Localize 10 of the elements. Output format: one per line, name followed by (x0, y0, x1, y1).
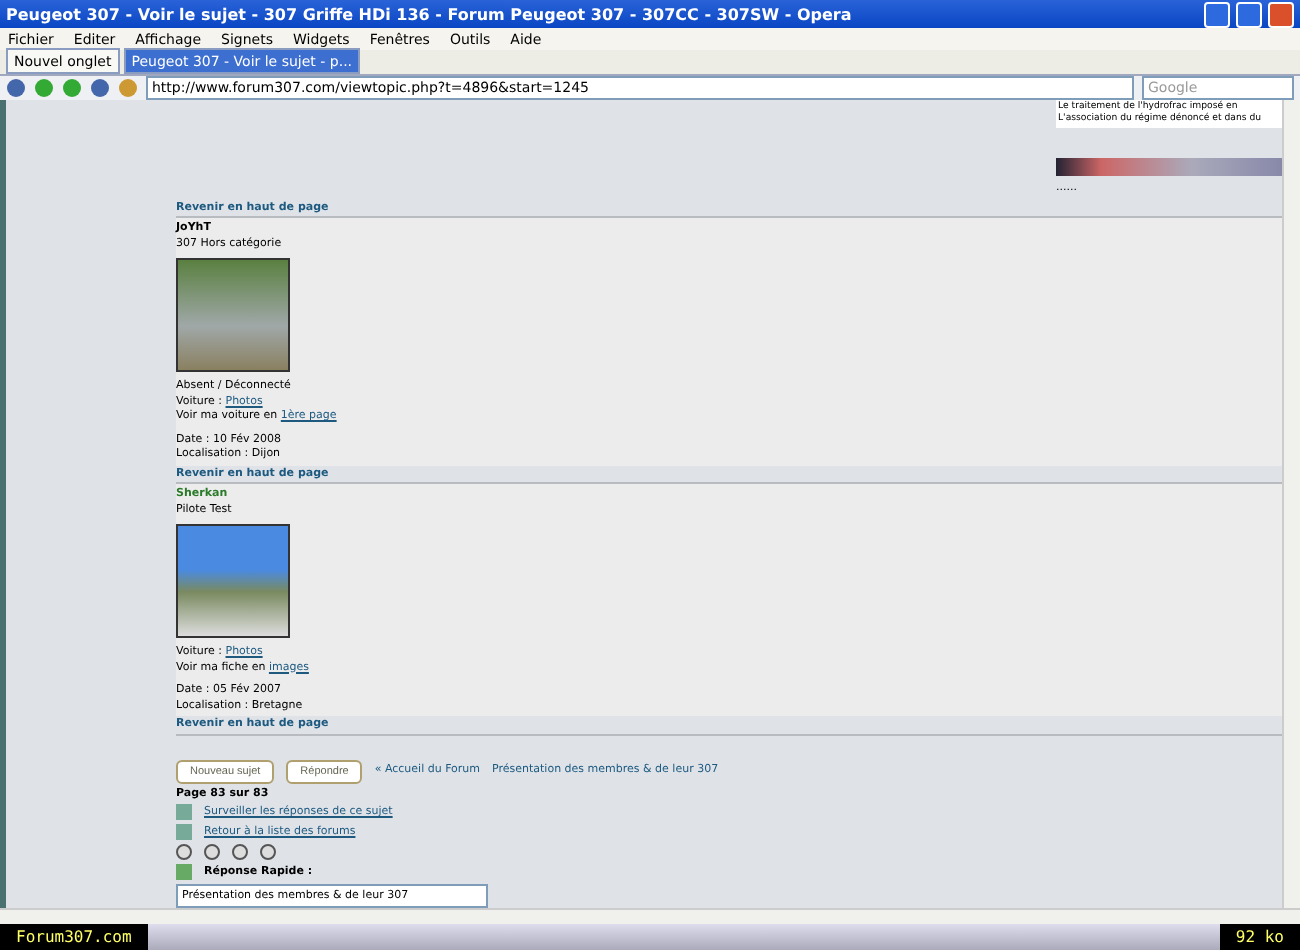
minimize-button[interactable] (1204, 1, 1230, 27)
close-button[interactable] (1268, 1, 1294, 27)
status-site: Forum307.com (0, 924, 148, 950)
horizontal-scrollbar[interactable] (0, 908, 1300, 924)
maximize-button[interactable] (1236, 1, 1262, 27)
window-title: Peugeot 307 - Voir le sujet - 307 Griffe HDi 136 - Forum Peugeot 307 - 307CC - 307SW - Opera (6, 5, 854, 23)
photo-placeholder (176, 258, 290, 372)
photo-placeholder (176, 524, 290, 638)
scrollbar[interactable] (1282, 100, 1300, 908)
status-size: 92 ko (1219, 924, 1300, 950)
